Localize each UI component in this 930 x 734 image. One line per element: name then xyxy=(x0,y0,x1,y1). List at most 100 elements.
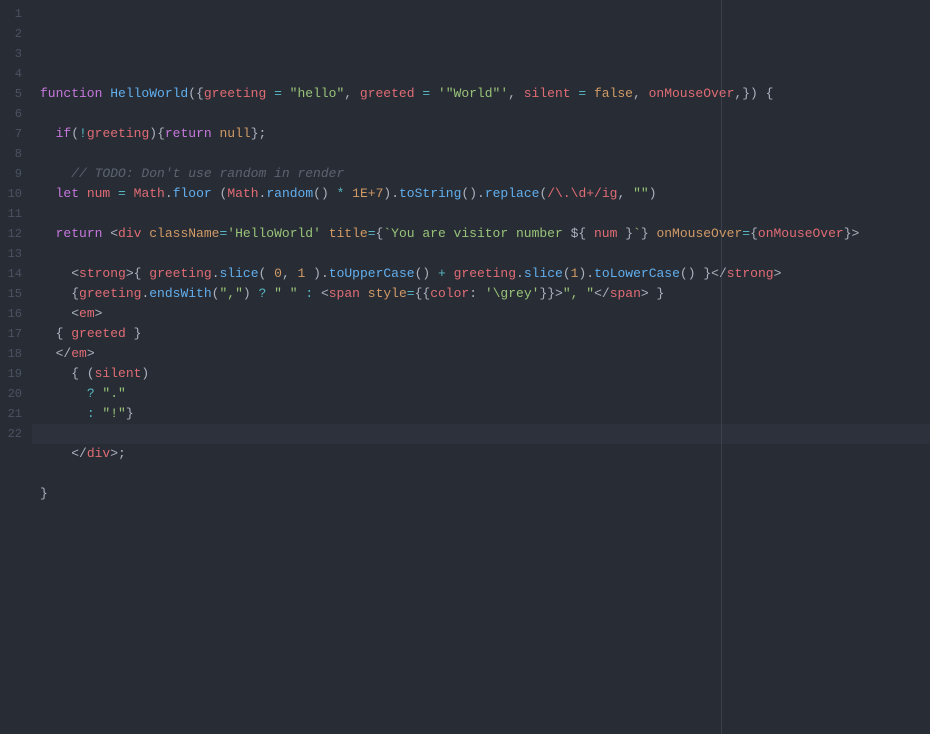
token: span xyxy=(329,286,368,301)
token: </ xyxy=(71,446,87,461)
token: span xyxy=(610,286,641,301)
token: ){ xyxy=(149,126,165,141)
token: 1E+7 xyxy=(352,186,383,201)
token: > xyxy=(774,266,782,281)
token: // TODO: Don't use random in render xyxy=(71,166,344,181)
token: > xyxy=(110,446,118,461)
line-number: 7 xyxy=(0,124,32,144)
code-line[interactable]: // TODO: Don't use random in render xyxy=(40,164,930,184)
token: . xyxy=(165,186,173,201)
code-line[interactable] xyxy=(40,504,930,524)
token: num xyxy=(594,226,625,241)
token: replace xyxy=(485,186,540,201)
token: } xyxy=(641,226,657,241)
code-line[interactable]: function HelloWorld({greeting = "hello",… xyxy=(40,84,930,104)
token: {{ xyxy=(415,286,431,301)
token xyxy=(40,126,56,141)
token xyxy=(40,446,71,461)
code-line[interactable] xyxy=(40,144,930,164)
token: ). xyxy=(578,266,594,281)
token: () } xyxy=(680,266,711,281)
token: color xyxy=(430,286,469,301)
code-line[interactable] xyxy=(40,244,930,264)
token: ) xyxy=(649,186,657,201)
code-editor[interactable]: 12345678910111213141516171819202122 func… xyxy=(0,0,930,734)
token: { xyxy=(40,286,79,301)
token: onMouseOver xyxy=(758,226,844,241)
token: } xyxy=(134,326,142,341)
code-line[interactable]: <em> xyxy=(40,304,930,324)
code-line[interactable] xyxy=(40,204,930,224)
code-line[interactable] xyxy=(40,424,930,444)
token: ", " xyxy=(563,286,594,301)
token: null xyxy=(219,126,250,141)
token: < xyxy=(321,286,329,301)
code-line[interactable]: if(!greeting){return null}; xyxy=(40,124,930,144)
code-line[interactable]: {greeting.endsWith(",") ? " " : <span st… xyxy=(40,284,930,304)
line-number: 8 xyxy=(0,144,32,164)
token: ${ xyxy=(571,226,594,241)
code-line[interactable]: <strong>{ greeting.slice( 0, 1 ).toUpper… xyxy=(40,264,930,284)
line-number: 19 xyxy=(0,364,32,384)
token: ) xyxy=(141,366,149,381)
token xyxy=(40,186,56,201)
token: + xyxy=(438,266,454,281)
line-number: 5 xyxy=(0,84,32,104)
token: < xyxy=(71,306,79,321)
token: function xyxy=(40,86,110,101)
token: ? xyxy=(87,386,103,401)
line-number: 22 xyxy=(0,424,32,444)
token: greeting xyxy=(79,286,141,301)
code-line[interactable]: } xyxy=(40,484,930,504)
token xyxy=(40,386,87,401)
token: > xyxy=(641,286,649,301)
token xyxy=(40,166,71,181)
token: toLowerCase xyxy=(594,266,680,281)
token: (). xyxy=(461,186,484,201)
code-line[interactable]: { (silent) xyxy=(40,364,930,384)
token: greeted xyxy=(71,326,133,341)
token: greeting xyxy=(204,86,274,101)
token: '"World"' xyxy=(438,86,508,101)
line-number-gutter: 12345678910111213141516171819202122 xyxy=(0,0,32,734)
token: * xyxy=(337,186,353,201)
token xyxy=(40,226,56,241)
token: } xyxy=(126,406,134,421)
token: } xyxy=(40,486,48,501)
token: className xyxy=(149,226,219,241)
code-line[interactable]: let num = Math.floor (Math.random() * 1E… xyxy=(40,184,930,204)
token: em xyxy=(79,306,95,321)
token: "." xyxy=(102,386,125,401)
token: greeting xyxy=(454,266,516,281)
token: { ( xyxy=(40,366,95,381)
token: { xyxy=(134,266,150,281)
token: onMouseOver xyxy=(649,86,735,101)
code-line[interactable]: : "!"} xyxy=(40,404,930,424)
token: ). xyxy=(313,266,329,281)
token: slice xyxy=(524,266,563,281)
token: "!" xyxy=(102,406,125,421)
code-line[interactable]: { greeted } xyxy=(40,324,930,344)
token: toUpperCase xyxy=(329,266,415,281)
token: ( xyxy=(259,266,275,281)
code-line[interactable]: </div>; xyxy=(40,444,930,464)
token: div xyxy=(87,446,110,461)
code-line[interactable]: return <div className='HelloWorld' title… xyxy=(40,224,930,244)
line-number: 10 xyxy=(0,184,32,204)
token: < xyxy=(110,226,118,241)
token: > xyxy=(126,266,134,281)
token: = xyxy=(407,286,415,301)
token: onMouseOver xyxy=(656,226,742,241)
code-line[interactable] xyxy=(40,464,930,484)
code-line[interactable] xyxy=(40,104,930,124)
code-line[interactable]: </em> xyxy=(40,344,930,364)
code-area[interactable]: function HelloWorld({greeting = "hello",… xyxy=(32,0,930,734)
token: ! xyxy=(79,126,87,141)
token: if xyxy=(56,126,72,141)
token: : xyxy=(469,286,485,301)
token: </ xyxy=(594,286,610,301)
token: HelloWorld xyxy=(110,86,188,101)
token: floor xyxy=(173,186,220,201)
token: num xyxy=(87,186,118,201)
code-line[interactable]: ? "." xyxy=(40,384,930,404)
